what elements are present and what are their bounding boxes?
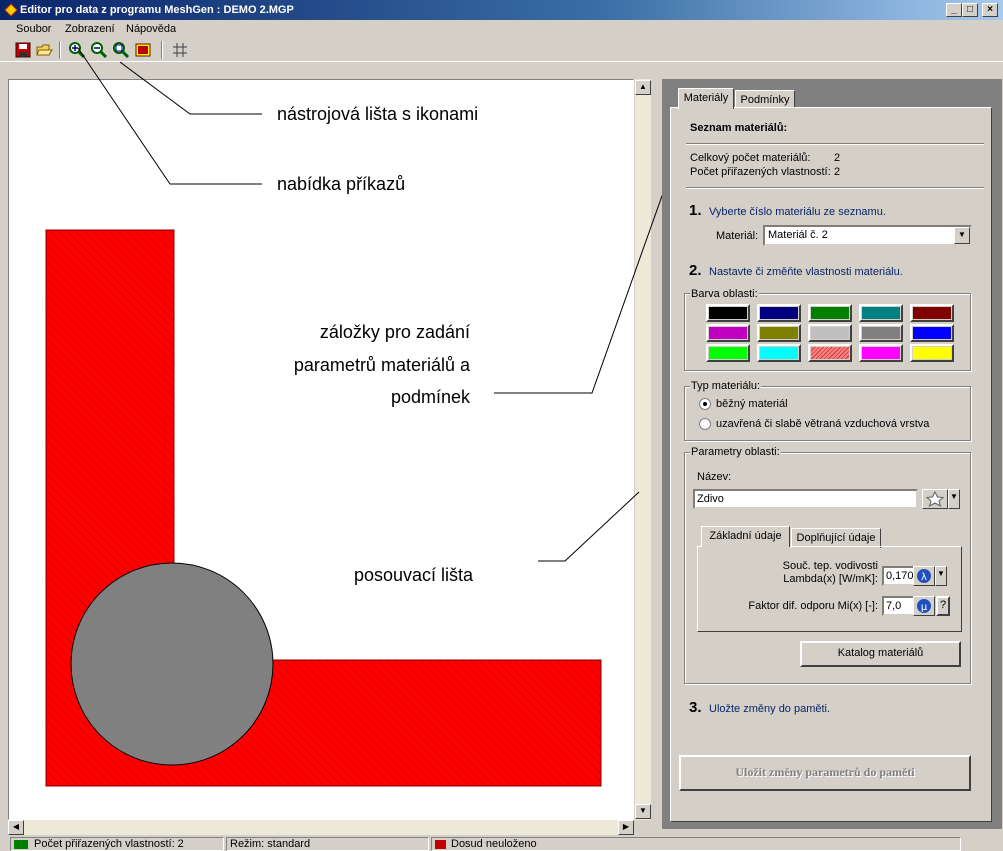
color-swatch[interactable] [910, 324, 954, 342]
tab-materialy[interactable]: Materiály [678, 88, 734, 109]
status-saved-text: Dosud neuloženo [451, 838, 537, 850]
name-input[interactable] [693, 489, 918, 509]
star-button[interactable] [922, 489, 948, 509]
color-swatch[interactable] [808, 304, 852, 322]
material-type-label: Typ materiálu: [690, 380, 762, 392]
tab-zakladni-udaje[interactable]: Základní údaje [701, 526, 790, 547]
color-swatch[interactable] [757, 344, 801, 362]
catalog-button[interactable]: Katalog materiálů [800, 641, 961, 667]
color-swatch[interactable] [808, 324, 852, 342]
color-swatch[interactable] [706, 304, 750, 322]
color-swatch[interactable] [706, 324, 750, 342]
subtab-content [697, 546, 962, 632]
assigned-count-value: 2 [834, 166, 841, 178]
color-swatch[interactable] [757, 324, 801, 342]
annotation-tabs-line3: podmínek [390, 387, 470, 407]
annotation-tabs-line1: záložky pro zadání [319, 322, 470, 342]
step3-text: Uložte změny do paměti. [709, 703, 831, 715]
material-select[interactable]: Materiál č. 2 [763, 225, 972, 246]
calculator-icon: μ [917, 599, 931, 613]
material-count-value: 2 [834, 152, 841, 164]
annotation-tabs-line2: parametrů materiálů a [293, 355, 470, 375]
radio-air-layer-label: uzavřená či slabě větraná vzduchová vrst… [716, 418, 930, 430]
color-swatch[interactable] [859, 304, 903, 322]
status-assigned: Počet přiřazených vlastností: 2 [10, 837, 224, 851]
lambda-label-1: Souč. tep. vodivosti [782, 560, 878, 572]
status-assigned-text: Počet přiřazených vlastností: 2 [34, 838, 184, 850]
radio-common-material[interactable] [699, 398, 711, 410]
step1-text: Vyberte číslo materiálu ze seznamu. [709, 206, 886, 218]
name-label: Název: [697, 471, 732, 483]
params-group-label: Parametry oblasti: [690, 446, 781, 458]
assigned-count-label: Počet přiřazených vlastností: [690, 166, 831, 178]
step2-number: 2. [689, 262, 702, 279]
mi-label: Faktor dif. odporu Mi(x) [-]: [748, 600, 878, 612]
color-swatch[interactable] [910, 344, 954, 362]
radio-air-layer[interactable] [699, 418, 711, 430]
material-select-value: Materiál č. 2 [768, 229, 828, 241]
lambda-calc-button[interactable]: λ [913, 566, 935, 586]
material-type-group [684, 386, 971, 441]
chevron-down-icon[interactable]: ▼ [948, 489, 960, 509]
svg-text:μ: μ [921, 602, 928, 613]
radio-common-material-label: běžný materiál [716, 398, 788, 410]
status-mode: Režim: standard [226, 837, 429, 851]
materials-heading: Seznam materiálů: [690, 122, 788, 134]
color-swatch[interactable] [859, 324, 903, 342]
annotation-scrollbar: posouvací lišta [354, 565, 474, 585]
divider [686, 187, 984, 189]
unsaved-icon [435, 839, 446, 849]
mi-help-button[interactable]: ? [936, 596, 950, 616]
status-saved: Dosud neuloženo [431, 837, 961, 851]
tab-doplnujici-udaje[interactable]: Doplňující údaje [791, 528, 881, 548]
step3-number: 3. [689, 699, 702, 716]
calculator-icon: λ [917, 569, 931, 583]
divider [686, 143, 984, 145]
material-select-label: Materiál: [716, 230, 759, 242]
star-icon [925, 490, 945, 508]
color-swatch[interactable] [859, 344, 903, 362]
mi-calc-button[interactable]: μ [913, 596, 935, 616]
annotation-toolbar: nástrojová lišta s ikonami [277, 104, 479, 124]
chevron-down-icon[interactable]: ▼ [935, 566, 947, 586]
color-group-label: Barva oblasti: [690, 288, 759, 300]
color-swatch[interactable] [910, 304, 954, 322]
color-swatch[interactable] [808, 344, 852, 362]
lambda-label-2: Lambda(x) [W/mK]: [783, 573, 878, 585]
svg-text:λ: λ [921, 572, 927, 583]
save-params-button[interactable]: Uložit změny parametrů do paměti [679, 755, 971, 791]
status-color-icon [14, 839, 28, 849]
step1-number: 1. [689, 202, 702, 219]
chevron-down-icon[interactable]: ▼ [954, 227, 970, 244]
color-swatch[interactable] [706, 344, 750, 362]
step2-text: Nastavte či změňte vlastnosti materiálu. [709, 266, 903, 278]
color-swatch[interactable] [757, 304, 801, 322]
material-count-label: Celkový počet materiálů: [690, 152, 811, 164]
annotation-menu: nabídka příkazů [277, 174, 406, 194]
